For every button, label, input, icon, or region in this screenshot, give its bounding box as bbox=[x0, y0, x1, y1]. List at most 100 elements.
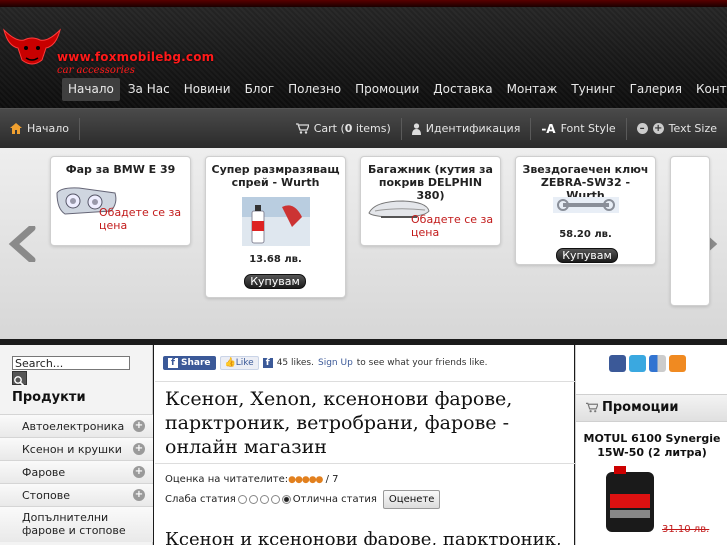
site-url: www.foxmobilebg.com bbox=[57, 50, 215, 64]
expand-icon[interactable]: + bbox=[133, 420, 145, 432]
cart-icon bbox=[295, 123, 309, 134]
buy-button[interactable]: Купувам bbox=[556, 248, 618, 263]
vote-radio-selected[interactable] bbox=[281, 494, 291, 504]
social-bar: f Share 👍Like f 45 likes. Sign Up to see … bbox=[163, 354, 488, 372]
cart-icon bbox=[586, 402, 598, 413]
text-size-decrease-icon[interactable]: – bbox=[636, 123, 648, 134]
article-body-start: Ксенон и ксенонови фарове, парктроник, bbox=[165, 529, 562, 545]
user-icon bbox=[411, 122, 421, 135]
nav-useful[interactable]: Полезно bbox=[282, 78, 347, 101]
product-slider: Фар за BMW E 39 Обадете се за цена Супер… bbox=[0, 148, 727, 339]
nav-gallery[interactable]: Галерия bbox=[624, 78, 688, 101]
nav-home[interactable]: Начало bbox=[62, 78, 120, 101]
vote-form: Слаба статия Отлична статия Оценете bbox=[165, 489, 441, 509]
search-button[interactable] bbox=[12, 371, 27, 387]
product-title[interactable]: Звездогаечен ключ ZEBRA-SW32 - Wurth bbox=[516, 157, 655, 202]
home-icon bbox=[10, 123, 22, 134]
cart-suffix: items) bbox=[352, 122, 391, 135]
cart-label: Cart (0 items) bbox=[314, 122, 391, 135]
category-label: Автоелектроника bbox=[22, 420, 125, 433]
vote-radio[interactable] bbox=[259, 494, 269, 504]
cart-prefix: Cart ( bbox=[313, 122, 345, 135]
signup-link[interactable]: Sign Up bbox=[318, 358, 353, 368]
vote-low-label: Слаба статия bbox=[165, 493, 236, 505]
category-label: Стопове bbox=[22, 489, 70, 502]
rating-max: / 7 bbox=[325, 474, 339, 485]
wrench-product-image[interactable] bbox=[553, 197, 619, 213]
font-style-icon: -A bbox=[541, 121, 556, 136]
site-tagline: car accessories bbox=[57, 65, 135, 76]
like-label: Like bbox=[235, 358, 254, 368]
expand-icon[interactable]: + bbox=[133, 466, 145, 478]
promo-old-price: 31.10 лв. bbox=[662, 524, 710, 535]
products-heading: Продукти bbox=[12, 390, 86, 405]
header-top-strip bbox=[0, 0, 727, 7]
category-item[interactable]: Стопове + bbox=[0, 483, 153, 506]
buy-button[interactable]: Купувам bbox=[244, 274, 306, 289]
vote-button[interactable]: Оценете bbox=[382, 489, 441, 509]
category-item[interactable]: Автоелектроника + bbox=[0, 414, 153, 437]
font-style-label: Font Style bbox=[560, 122, 616, 135]
nav-blog[interactable]: Блог bbox=[239, 78, 281, 101]
nav-promotions[interactable]: Промоции bbox=[349, 78, 425, 101]
toolbar-divider bbox=[79, 117, 81, 140]
slider-prev-arrow-icon[interactable] bbox=[8, 226, 38, 262]
rating-stars-icon: ●●●●● bbox=[288, 475, 323, 485]
toolbar-home[interactable]: Начало bbox=[0, 109, 79, 149]
expand-icon[interactable]: + bbox=[133, 443, 145, 455]
category-label: Допълнителни фарове и стопове bbox=[22, 511, 126, 537]
bull-logo-icon bbox=[3, 28, 61, 65]
expand-icon[interactable]: + bbox=[133, 489, 145, 501]
nav-installation[interactable]: Монтаж bbox=[501, 78, 564, 101]
nav-delivery[interactable]: Доставка bbox=[427, 78, 498, 101]
toolbar: Начало Cart (0 items) Идентификация -A F… bbox=[0, 108, 727, 148]
category-item[interactable]: Допълнителни фарове и стопове bbox=[0, 506, 153, 542]
call-for-price: Обадете се за цена bbox=[99, 206, 182, 232]
nav-tuning[interactable]: Тунинг bbox=[565, 78, 621, 101]
vote-radio[interactable] bbox=[270, 494, 280, 504]
vote-radio[interactable] bbox=[248, 494, 258, 504]
toolbar-font-style[interactable]: -A Font Style bbox=[531, 109, 625, 149]
product-card[interactable]: Супер размразяващ спрей - Wurth 13.68 лв… bbox=[205, 156, 346, 298]
category-label: Фарове bbox=[22, 466, 66, 479]
facebook-share-button[interactable]: f Share bbox=[163, 356, 216, 370]
text-size-label: Text Size bbox=[668, 122, 717, 135]
motul-oil-product-image[interactable] bbox=[600, 464, 660, 534]
vote-radio[interactable] bbox=[237, 494, 247, 504]
search-input[interactable] bbox=[12, 356, 130, 370]
product-title[interactable]: Супер размразяващ спрей - Wurth bbox=[206, 157, 345, 189]
login-label: Идентификация bbox=[425, 122, 521, 135]
category-item[interactable]: Ксенон и крушки + bbox=[0, 437, 153, 460]
promo-product-name[interactable]: MOTUL 6100 Synergie 15W-50 (2 литра) bbox=[582, 432, 722, 460]
product-card[interactable]: Багажник (кутия за покрив DELPHIN 380) О… bbox=[360, 156, 501, 246]
toolbar-login[interactable]: Идентификация bbox=[402, 109, 531, 149]
site-logo[interactable]: www.foxmobilebg.com car accessories bbox=[2, 20, 214, 80]
product-title[interactable]: Фар за BMW E 39 bbox=[51, 157, 190, 176]
product-title[interactable]: Багажник (кутия за покрив DELPHIN 380) bbox=[361, 157, 500, 202]
delicious-icon[interactable] bbox=[649, 355, 666, 372]
promotions-title: Промоции bbox=[602, 400, 679, 415]
product-card-partial[interactable] bbox=[670, 156, 710, 306]
toolbar-cart[interactable]: Cart (0 items) bbox=[286, 109, 401, 149]
nav-contacts[interactable]: Контакти bbox=[690, 78, 727, 101]
social-icons bbox=[609, 355, 686, 372]
text-size-increase-icon[interactable]: + bbox=[652, 123, 664, 134]
facebook-icon[interactable] bbox=[609, 355, 626, 372]
product-card[interactable]: Звездогаечен ключ ZEBRA-SW32 - Wurth 58.… bbox=[515, 156, 656, 265]
spray-product-image[interactable] bbox=[242, 197, 310, 246]
category-list: Автоелектроника + Ксенон и крушки + Фарове… bbox=[0, 414, 153, 542]
product-card[interactable]: Фар за BMW E 39 Обадете се за цена bbox=[50, 156, 191, 246]
promotions-header: Промоции bbox=[576, 394, 727, 422]
toolbar-text-size: – + Text Size bbox=[627, 109, 727, 149]
reader-rating: Оценка на читателите:●●●●● / 7 bbox=[165, 474, 339, 485]
product-price: 13.68 лв. bbox=[249, 254, 302, 265]
nav-news[interactable]: Новини bbox=[178, 78, 237, 101]
site-header: www.foxmobilebg.com car accessories Нача… bbox=[0, 0, 727, 108]
likes-count: 45 likes. bbox=[276, 358, 314, 368]
signup-text: to see what your friends like. bbox=[356, 358, 488, 368]
twitter-icon[interactable] bbox=[629, 355, 646, 372]
category-item[interactable]: Фарове + bbox=[0, 460, 153, 483]
nav-about[interactable]: За Нас bbox=[122, 78, 176, 101]
rss-icon[interactable] bbox=[669, 355, 686, 372]
facebook-like-button[interactable]: 👍Like bbox=[219, 356, 259, 370]
